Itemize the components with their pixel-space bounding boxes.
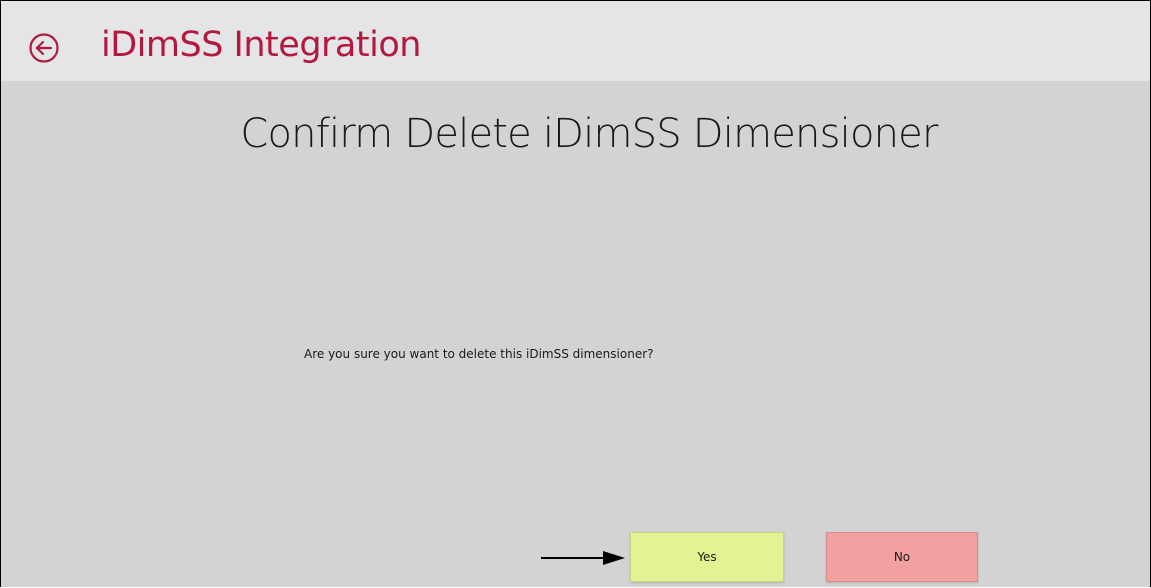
back-button[interactable]: [24, 28, 64, 68]
yes-button-label: Yes: [697, 550, 717, 564]
pointer-arrow-icon: [541, 551, 625, 565]
app-window: iDimSS Integration Confirm Delete iDimSS…: [0, 0, 1151, 587]
back-arrow-circle-icon: [29, 33, 59, 63]
no-button[interactable]: No: [826, 532, 978, 582]
header-bar: iDimSS Integration: [1, 1, 1150, 81]
confirm-message: Are you sure you want to delete this iDi…: [304, 347, 654, 361]
app-title: iDimSS Integration: [101, 25, 421, 65]
page-title: Confirm Delete iDimSS Dimensioner: [240, 111, 938, 157]
yes-button[interactable]: Yes: [630, 532, 784, 582]
no-button-label: No: [893, 550, 911, 564]
